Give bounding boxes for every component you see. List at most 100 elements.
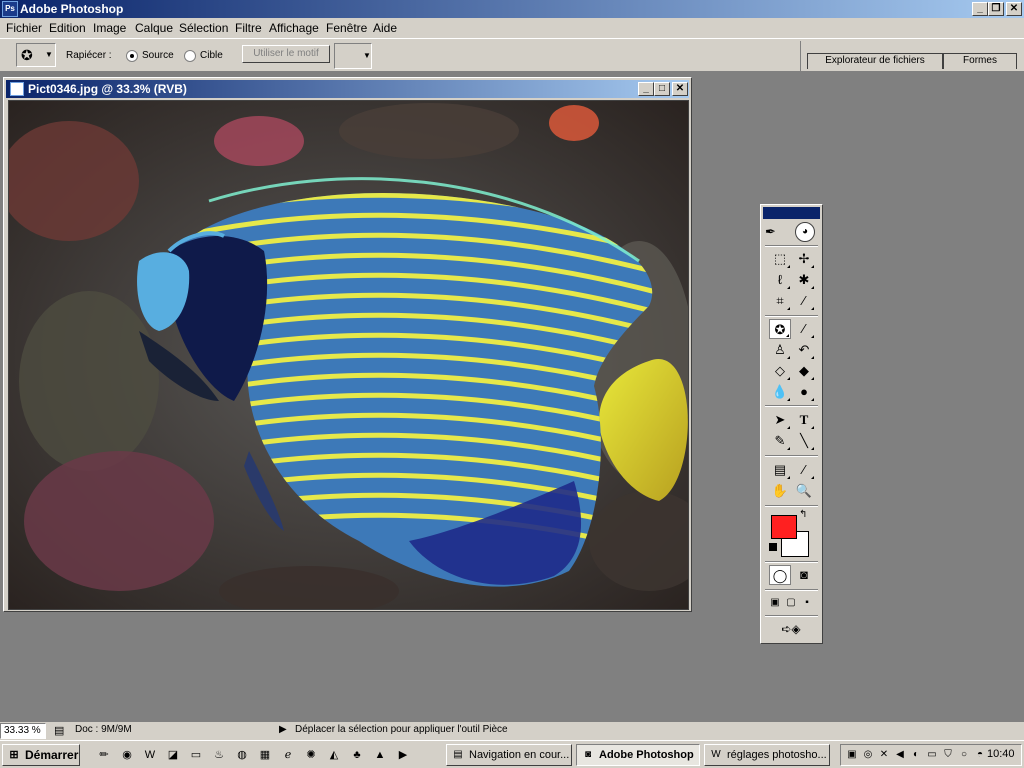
clone-stamp-tool-icon[interactable]: ♙ [769, 340, 791, 360]
quick-launch-icon[interactable]: ◭ [326, 747, 342, 763]
tray-app-icon[interactable]: ◓ [973, 748, 987, 762]
menu-view[interactable]: Affichage [269, 21, 319, 35]
acrobat-icon[interactable]: ▲ [372, 747, 388, 763]
menu-edit[interactable]: Edition [49, 21, 86, 35]
document-info-icon[interactable]: ▤ [54, 724, 64, 737]
pattern-picker[interactable]: ▼ [334, 43, 372, 69]
line-tool-icon[interactable]: ╲ [793, 431, 815, 451]
tray-app-icon[interactable]: ▭ [925, 748, 939, 762]
document-title-bar[interactable]: Pict0346.jpg @ 33.3% (RVB) _ □ ✕ [6, 80, 689, 98]
file-browser-tab[interactable]: Explorateur de fichiers [807, 53, 943, 69]
status-arrow-icon[interactable]: ▶ [279, 724, 287, 735]
patch-tool-icon: ✪ [21, 47, 33, 63]
quick-launch-app-icon[interactable]: ◉ [119, 747, 135, 763]
doc-minimize-button[interactable]: _ [638, 82, 654, 96]
swap-colors-icon[interactable]: ↰ [799, 509, 807, 520]
lasso-tool-icon[interactable]: ℓ [769, 270, 791, 290]
menu-file[interactable]: Fichier [6, 21, 42, 35]
menu-filter[interactable]: Filtre [235, 21, 262, 35]
tray-app-icon[interactable]: ◐ [909, 748, 923, 762]
internet-explorer-icon[interactable]: ℯ [280, 747, 296, 763]
toolbox-separator [765, 561, 818, 563]
pen-tool-icon[interactable]: ✎ [769, 431, 791, 451]
foreground-color-swatch[interactable] [771, 515, 797, 539]
restore-button[interactable]: ❐ [988, 2, 1004, 16]
media-player-icon[interactable]: ▶ [395, 747, 411, 763]
image-canvas[interactable] [8, 100, 689, 610]
task-navigation-button[interactable]: ▤ Navigation en cour... [446, 744, 572, 766]
quick-launch-icon[interactable]: ♣ [349, 747, 365, 763]
tray-network-icon[interactable]: ▣ [845, 748, 859, 762]
photoshop-icon[interactable]: Ps [2, 1, 18, 17]
quick-launch-icon[interactable]: ▭ [188, 747, 204, 763]
doc-maximize-button[interactable]: □ [654, 82, 670, 96]
task-photoshop-button[interactable]: ◙ Adobe Photoshop [576, 744, 700, 766]
volume-icon[interactable]: ◀ [893, 748, 907, 762]
close-button[interactable]: ✕ [1006, 2, 1022, 16]
eraser-tool-icon[interactable]: ◇ [769, 361, 791, 381]
brush-tool-icon[interactable]: ∕ [793, 319, 815, 339]
task-label: Adobe Photoshop [599, 749, 694, 761]
zoom-level-field[interactable]: 33.33 % [0, 723, 46, 739]
eyedropper-tool-icon[interactable]: ⁄ [793, 460, 815, 480]
quick-launch-icon[interactable]: ◍ [234, 747, 250, 763]
marquee-tool-icon[interactable]: ⬚ [769, 249, 791, 269]
magic-wand-tool-icon[interactable]: ✱ [793, 270, 815, 290]
quick-launch-icon[interactable]: ♨ [211, 747, 227, 763]
menu-window[interactable]: Fenêtre [326, 21, 367, 35]
chevron-down-icon: ▼ [363, 51, 371, 60]
menu-select[interactable]: Sélection [179, 21, 228, 35]
doc-close-button[interactable]: ✕ [672, 82, 688, 96]
task-label: réglages photosho... [727, 749, 827, 761]
standard-screen-mode-icon[interactable]: ▣ [767, 593, 783, 613]
start-button[interactable]: ⊞ Démarrer [2, 744, 80, 766]
source-radio[interactable] [126, 50, 138, 62]
tray-app-icon[interactable]: ○ [957, 748, 971, 762]
quick-launch-edit-icon[interactable]: ✏ [96, 747, 112, 763]
history-brush-tool-icon[interactable]: ↶ [793, 340, 815, 360]
quick-launch-icon[interactable]: ◪ [165, 747, 181, 763]
dodge-tool-icon[interactable]: ● [793, 382, 815, 402]
full-screen-mode-icon[interactable]: ▪ [799, 593, 815, 613]
toolbox-header[interactable]: ✒ ◕ [765, 222, 818, 242]
minimize-button[interactable]: _ [972, 2, 988, 16]
chevron-down-icon: ▼ [45, 50, 53, 59]
patch-tool-icon[interactable]: ✪ [769, 319, 791, 339]
quick-launch-icon[interactable]: ▦ [257, 747, 273, 763]
zoom-tool-icon[interactable]: 🔍 [793, 481, 815, 501]
clock[interactable]: 10:40 [987, 748, 1015, 760]
paint-bucket-tool-icon[interactable]: ◆ [793, 361, 815, 381]
type-tool-icon[interactable]: T [793, 410, 815, 430]
notes-tool-icon[interactable]: ▤ [769, 460, 791, 480]
default-colors-icon[interactable] [769, 543, 777, 551]
crop-tool-icon[interactable]: ⌗ [769, 291, 791, 311]
patch-label: Rapiécer : [66, 50, 112, 61]
word-icon[interactable]: W [142, 747, 158, 763]
tray-app-icon[interactable]: ◎ [861, 748, 875, 762]
full-screen-menu-mode-icon[interactable]: ▢ [783, 593, 799, 613]
target-radio[interactable] [184, 50, 196, 62]
slice-tool-icon[interactable]: ⁄ [793, 291, 815, 311]
tray-app-icon[interactable]: ✕ [877, 748, 891, 762]
menu-layer[interactable]: Calque [135, 21, 173, 35]
tool-preset-picker[interactable]: ✪ ▼ [16, 43, 56, 67]
standard-mode-icon[interactable]: ◯ [769, 565, 791, 585]
toolbox-separator [765, 245, 818, 247]
use-pattern-button[interactable]: Utiliser le motif [242, 45, 330, 63]
quick-launch-icon[interactable]: ✺ [303, 747, 319, 763]
menu-help[interactable]: Aide [373, 21, 397, 35]
brushes-tab[interactable]: Formes [943, 53, 1017, 69]
move-tool-icon[interactable]: ✢ [793, 249, 815, 269]
tray-app-icon[interactable]: ⛉ [941, 748, 955, 762]
jump-to-imageready-icon[interactable]: ➪◈ [767, 619, 815, 639]
palette-well: Explorateur de fichiers Formes [800, 41, 1020, 71]
eye-icon: ◕ [795, 222, 815, 242]
hand-tool-icon[interactable]: ✋ [769, 481, 791, 501]
path-selection-tool-icon[interactable]: ➤ [769, 410, 791, 430]
menu-image[interactable]: Image [93, 21, 126, 35]
toolbox-title-bar[interactable] [763, 207, 820, 219]
blur-tool-icon[interactable]: 💧 [769, 382, 791, 402]
task-word-document-button[interactable]: W réglages photosho... [704, 744, 830, 766]
quick-mask-mode-icon[interactable]: ◙ [793, 565, 815, 585]
toolbox-separator [765, 405, 818, 407]
